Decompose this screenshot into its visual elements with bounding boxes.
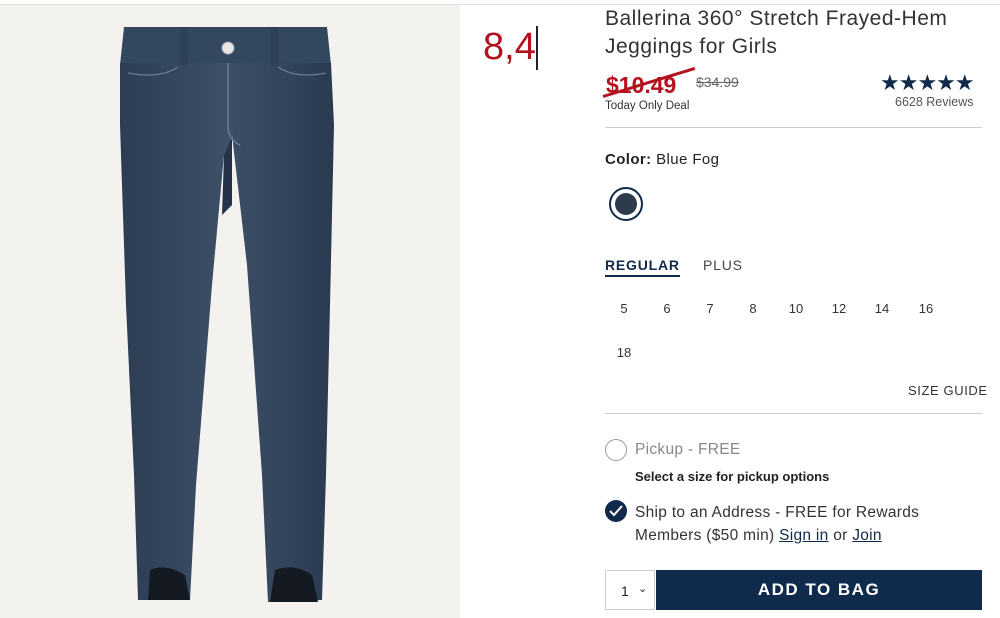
- original-price: $34.99: [696, 74, 739, 90]
- size-option[interactable]: 7: [695, 301, 725, 316]
- color-value: Blue Fog: [656, 151, 720, 168]
- or-text: or: [833, 527, 848, 544]
- add-to-bag-button[interactable]: ADD TO BAG: [656, 570, 982, 610]
- pickup-label[interactable]: Pickup - FREE: [635, 441, 741, 459]
- price-annotation: 8,4: [483, 26, 536, 68]
- ship-checked-icon[interactable]: [605, 500, 627, 522]
- reviews-link[interactable]: 6628 Reviews: [895, 95, 974, 109]
- pickup-radio[interactable]: [605, 439, 627, 461]
- text-cursor: [536, 26, 538, 70]
- product-image[interactable]: [0, 5, 460, 618]
- divider: [605, 127, 982, 128]
- color-swatch-blue-fog[interactable]: [609, 187, 643, 221]
- color-label: Color: Blue Fog: [605, 151, 719, 168]
- size-option[interactable]: 10: [781, 301, 811, 316]
- divider: [605, 413, 982, 414]
- jeggings-image: [120, 27, 334, 602]
- tab-regular[interactable]: REGULAR: [605, 257, 680, 277]
- size-guide-link[interactable]: SIZE GUIDE: [908, 383, 988, 398]
- rating-stars-icon[interactable]: ★★★★★: [880, 70, 975, 96]
- quantity-value: 1: [621, 583, 629, 599]
- pickup-note: Select a size for pickup options: [635, 469, 830, 484]
- chevron-down-icon: ⌄: [638, 583, 648, 595]
- color-label-key: Color:: [605, 151, 652, 168]
- swatch-fill: [615, 193, 637, 215]
- quantity-select[interactable]: 1 ⌄: [605, 570, 655, 610]
- size-option[interactable]: 12: [824, 301, 854, 316]
- sign-in-link[interactable]: Sign in: [779, 527, 829, 544]
- size-option[interactable]: 6: [652, 301, 682, 316]
- product-title: Ballerina 360° Stretch Frayed-Hem Jeggin…: [605, 7, 948, 58]
- tab-plus[interactable]: PLUS: [703, 257, 743, 273]
- join-link[interactable]: Join: [852, 527, 882, 544]
- ship-option[interactable]: Ship to an Address - FREE for Rewards Me…: [635, 501, 975, 547]
- deal-label: Today Only Deal: [605, 100, 690, 112]
- size-option[interactable]: 16: [911, 301, 941, 316]
- size-option[interactable]: 18: [609, 345, 639, 360]
- size-option[interactable]: 14: [867, 301, 897, 316]
- size-option[interactable]: 5: [609, 301, 639, 316]
- size-option[interactable]: 8: [738, 301, 768, 316]
